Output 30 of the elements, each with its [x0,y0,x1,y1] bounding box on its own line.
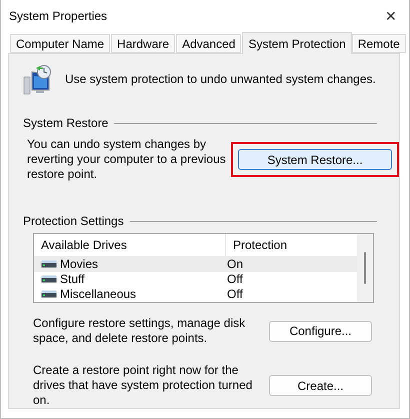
drive-icon [41,290,57,298]
action-button[interactable]: Configure... [269,320,372,342]
scrollbar[interactable] [357,234,373,302]
restore-description: You can undo system changes by reverting your computer to a previous restore point. [27,137,227,182]
drive-row[interactable]: Movies On [34,256,357,272]
tab[interactable]: Advanced [176,34,242,53]
tab[interactable]: Hardware [111,34,176,53]
drive-name: Movies [60,256,98,271]
action-description: Create a restore point right now for the drives that have system protection turned on. [33,363,254,408]
drive-row[interactable]: Stuff Off [34,272,357,287]
tab[interactable]: Computer Name [10,34,110,53]
drive-icon [41,260,57,268]
drive-name: Stuff [60,272,84,286]
system-restore-button[interactable]: System Restore... [238,149,392,170]
action-description: Configure restore settings, manage disk space, and delete restore points. [33,316,246,346]
tab[interactable]: System Protection [242,32,352,54]
group-heading: Protection Settings [23,214,124,228]
drive-icon [41,275,57,284]
group-heading: System Restore [23,116,108,130]
tab[interactable]: Remote [352,34,406,53]
action-button[interactable]: Create... [269,375,372,396]
drive-row[interactable]: Miscellaneous Off [34,286,357,302]
drive-name: Miscellaneous [60,287,136,302]
close-icon[interactable]: ✕ [385,8,401,24]
protection-status: On [226,256,244,271]
protection-status: Off [226,287,244,302]
window-title: System Properties [9,9,108,23]
intro-text: Use system protection to undo unwanted system changes. [65,72,376,86]
protection-status: Off [226,272,244,286]
column-header[interactable]: Protection [226,234,357,256]
